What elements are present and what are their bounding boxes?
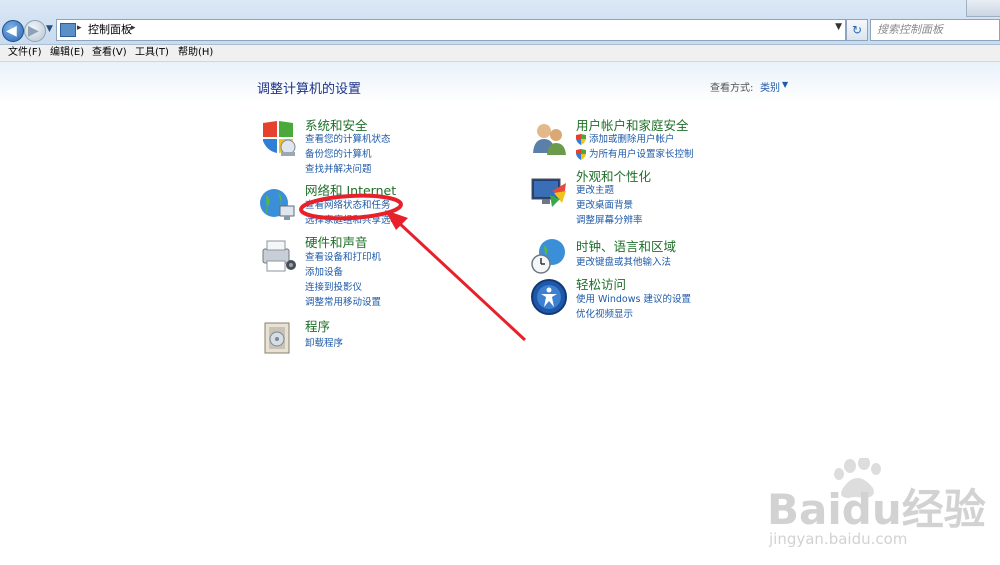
link-add-device[interactable]: 添加设备 [305, 266, 343, 280]
link-mobility-settings[interactable]: 调整常用移动设置 [305, 296, 381, 310]
category-appearance[interactable]: 外观和个性化 [576, 169, 651, 185]
hardware-sound-icon[interactable] [259, 237, 297, 275]
link-view-computer-status[interactable]: 查看您的计算机状态 [305, 133, 391, 147]
page-title: 调整计算机的设置 [257, 82, 362, 97]
category-programs[interactable]: 程序 [305, 319, 330, 335]
navigation-bar: ◀ ▶ ▼ ▸ 控制面板 ▸ ▼ ↻ 搜索控制面板 [0, 0, 1000, 45]
breadcrumb-separator-icon[interactable]: ▸ [131, 23, 136, 33]
link-change-background[interactable]: 更改桌面背景 [576, 199, 633, 213]
breadcrumb-control-panel[interactable]: 控制面板 [88, 22, 132, 38]
menu-edit[interactable]: 编辑(E) [50, 46, 84, 60]
link-recommended-settings[interactable]: 使用 Windows 建议的设置 [576, 293, 691, 307]
link-devices-printers[interactable]: 查看设备和打印机 [305, 251, 381, 265]
forward-button[interactable]: ▶ [24, 20, 46, 42]
window-controls[interactable] [966, 0, 1000, 17]
view-by-dropdown[interactable]: 类别 [760, 79, 780, 94]
link-change-theme[interactable]: 更改主题 [576, 184, 614, 198]
category-user-accounts[interactable]: 用户帐户和家庭安全 [576, 118, 689, 134]
link-change-keyboard-input[interactable]: 更改键盘或其他输入法 [576, 256, 671, 270]
menu-tools[interactable]: 工具(T) [135, 46, 169, 60]
menu-view[interactable]: 查看(V) [92, 46, 127, 60]
watermark-brand: Baidu经验 [767, 485, 986, 534]
uac-shield-icon [576, 134, 586, 145]
address-dropdown-icon[interactable]: ▼ [835, 22, 842, 32]
link-screen-resolution[interactable]: 调整屏幕分辨率 [576, 214, 643, 228]
link-uninstall-program[interactable]: 卸载程序 [305, 337, 343, 351]
control-panel-icon [60, 23, 76, 37]
baidu-watermark-logo: Baidu经验 jingyan.baidu.com [767, 458, 986, 548]
programs-icon[interactable] [259, 319, 297, 357]
menu-help[interactable]: 帮助(H) [178, 46, 213, 60]
category-clock-language-region[interactable]: 时钟、语言和区域 [576, 239, 676, 255]
system-security-icon[interactable] [259, 119, 297, 157]
watermark-url: jingyan.baidu.com [768, 530, 907, 548]
category-system-security[interactable]: 系统和安全 [305, 118, 368, 134]
category-ease-of-access[interactable]: 轻松访问 [576, 277, 626, 293]
view-by-dropdown-icon[interactable]: ▼ [782, 80, 788, 89]
back-arrow-icon: ◀ [6, 23, 17, 39]
refresh-icon: ↻ [851, 23, 863, 37]
refresh-button[interactable]: ↻ [846, 19, 868, 41]
back-button[interactable]: ◀ [2, 20, 24, 42]
link-connect-projector[interactable]: 连接到投影仪 [305, 281, 362, 295]
address-bar[interactable]: ▸ 控制面板 ▸ ▼ [56, 19, 846, 41]
link-add-remove-user[interactable]: 添加或删除用户帐户 [589, 133, 675, 147]
category-hardware-sound[interactable]: 硬件和声音 [305, 235, 368, 251]
ease-of-access-icon[interactable] [530, 278, 568, 316]
breadcrumb-separator-icon[interactable]: ▸ [77, 23, 82, 33]
menu-file[interactable]: 文件(F) [8, 46, 42, 60]
view-by-label: 查看方式: [710, 83, 754, 94]
link-homegroup-sharing[interactable]: 选择家庭组和共享选项 [305, 214, 400, 228]
link-view-network-status[interactable]: 查看网络状态和任务 [305, 199, 391, 213]
search-input[interactable]: 搜索控制面板 [870, 19, 1000, 41]
link-backup-computer[interactable]: 备份您的计算机 [305, 148, 372, 162]
uac-shield-icon [576, 149, 586, 160]
network-internet-icon[interactable] [258, 186, 296, 224]
clock-language-region-icon[interactable] [530, 237, 568, 275]
forward-arrow-icon: ▶ [28, 23, 39, 39]
link-parental-controls[interactable]: 为所有用户设置家长控制 [589, 148, 694, 162]
appearance-icon[interactable] [530, 173, 568, 211]
menu-bar: 文件(F) 编辑(E) 查看(V) 工具(T) 帮助(H) [0, 45, 1000, 62]
link-optimize-display[interactable]: 优化视频显示 [576, 308, 633, 322]
category-network-internet[interactable]: 网络和 Internet [305, 183, 396, 199]
link-troubleshoot[interactable]: 查找并解决问题 [305, 163, 372, 177]
search-placeholder: 搜索控制面板 [877, 23, 943, 36]
history-dropdown-icon[interactable]: ▼ [46, 24, 53, 34]
user-accounts-icon[interactable] [530, 119, 568, 157]
